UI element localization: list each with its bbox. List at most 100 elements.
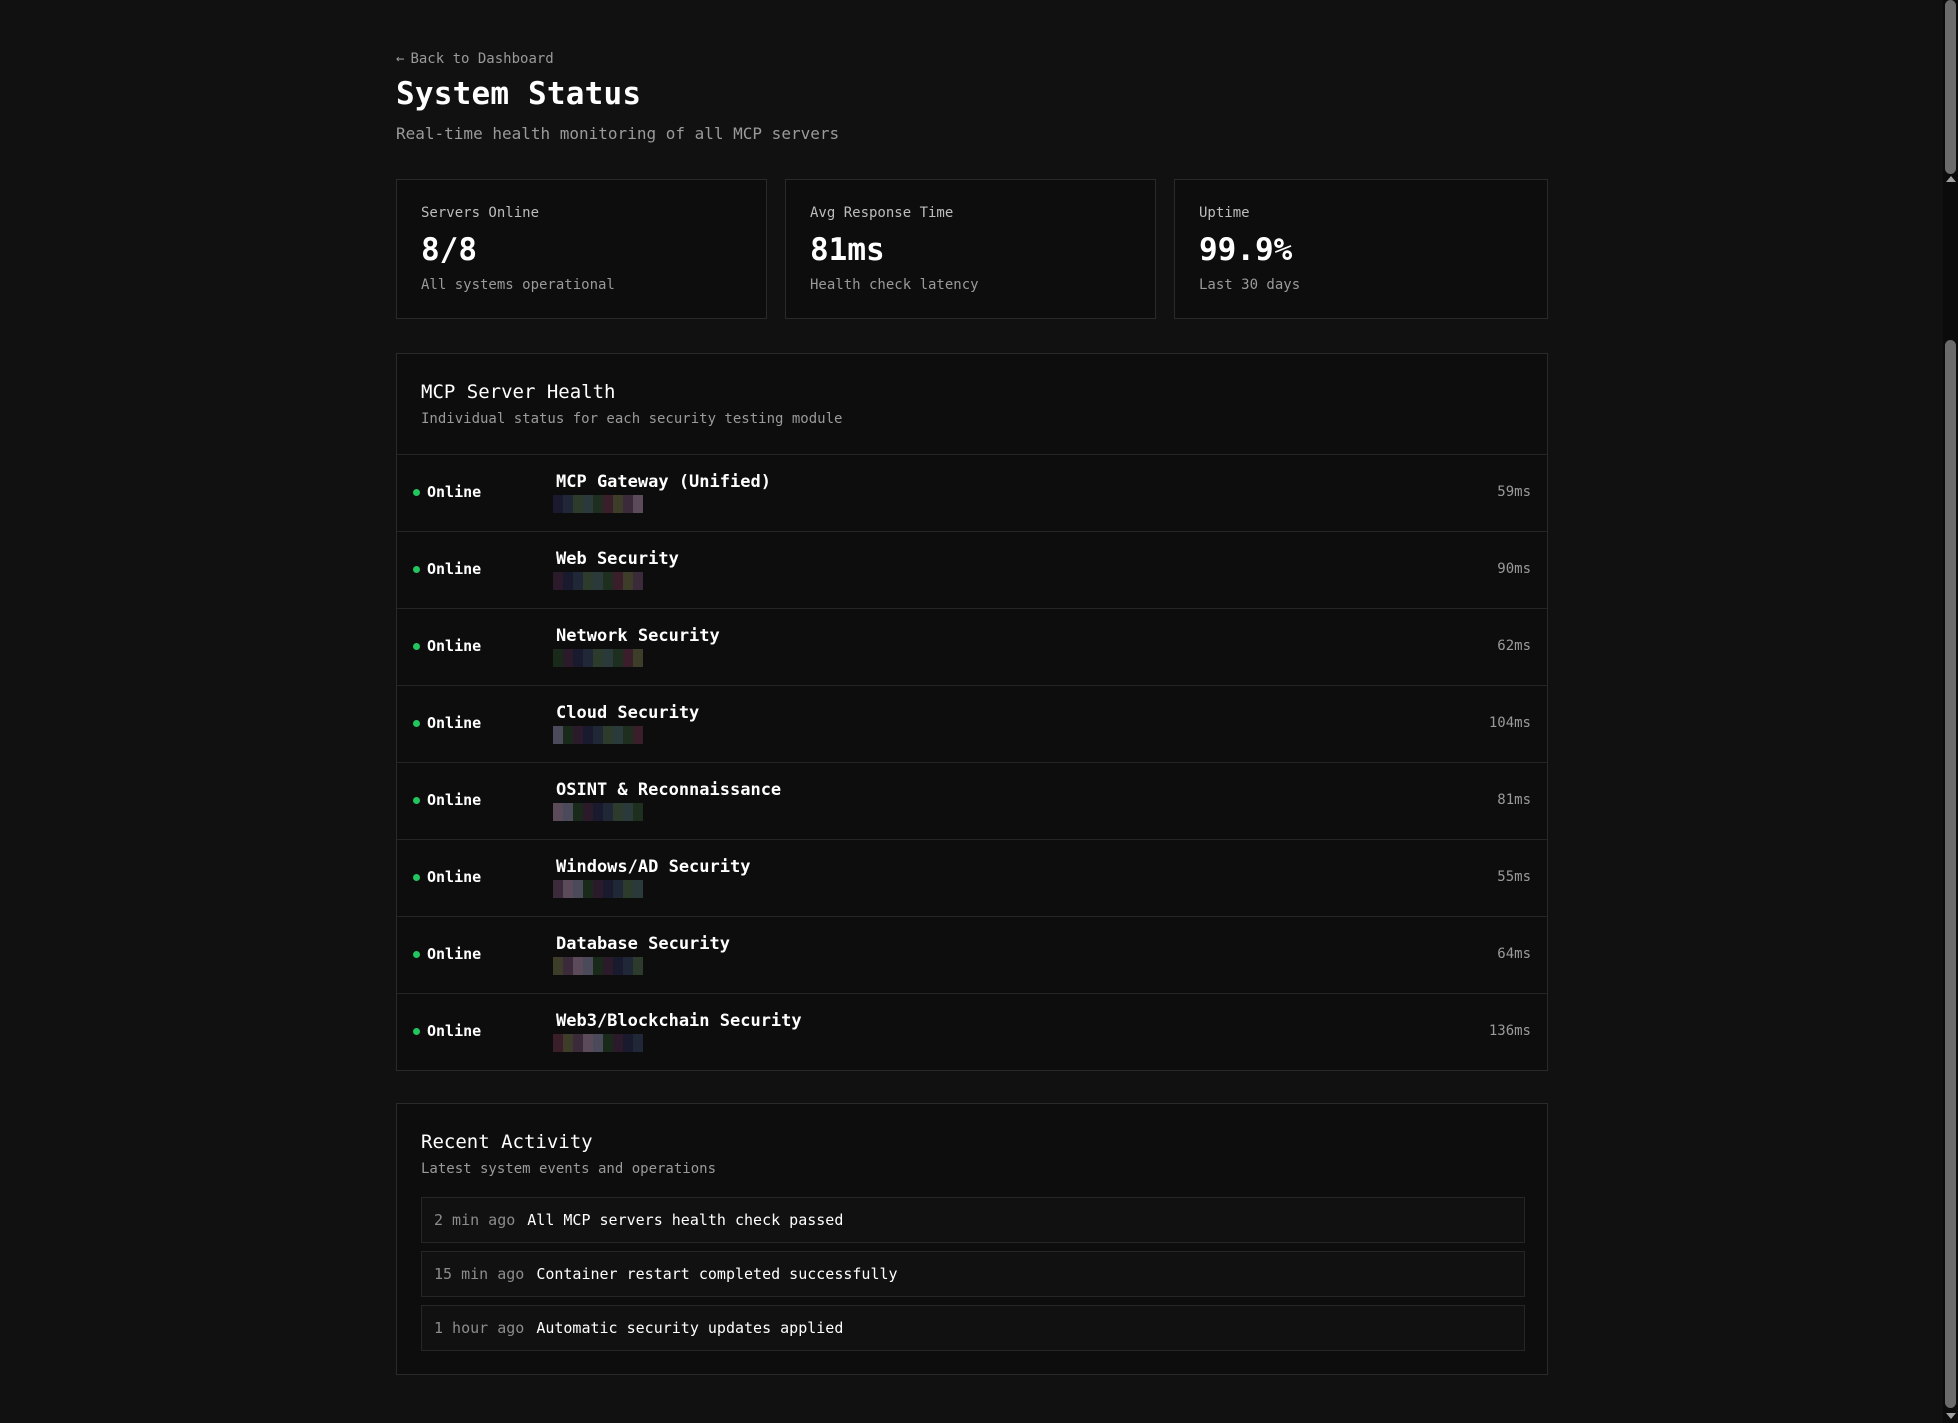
stat-note: Health check latency [810,277,979,293]
activity-time: 2 min ago [434,1211,516,1229]
status-label: Online [427,868,482,886]
thumbnail-block [603,495,613,513]
server-status: Online [413,714,481,732]
status-dot-icon [413,950,420,958]
thumbnail-block [623,803,633,821]
status-label: Online [427,483,482,501]
arrow-left-icon: ← [396,51,405,67]
server-thumbnail-strip [553,880,643,898]
server-row[interactable]: Online Cloud Security 104ms [397,685,1547,762]
thumbnail-block [603,1034,613,1052]
activity-text: Automatic security updates applied [536,1319,844,1337]
server-row[interactable]: Online Web Security 90ms [397,531,1547,608]
server-name: OSINT & Reconnaissance [556,780,782,800]
server-name: Cloud Security [556,703,700,723]
back-to-dashboard-link[interactable]: ← Back to Dashboard [396,51,554,67]
thumbnail-block [563,1034,573,1052]
scrollbar-thumb[interactable] [1945,340,1956,1408]
server-name: Database Security [556,934,730,954]
thumbnail-block [603,957,613,975]
server-status: Online [413,637,481,655]
thumbnail-block [553,1034,563,1052]
activity-text: All MCP servers health check passed [527,1211,844,1229]
panel-description: Individual status for each security test… [421,411,843,427]
thumbnail-block [563,803,573,821]
thumbnail-block [623,880,633,898]
thumbnail-block [583,803,593,821]
thumbnail-block [633,726,643,744]
stat-label: Avg Response Time [810,205,954,221]
server-row[interactable]: Online Network Security 62ms [397,608,1547,685]
stat-value: 81ms [810,232,885,268]
thumbnail-block [593,572,603,590]
thumbnail-block [593,957,603,975]
thumbnail-block [613,1034,623,1052]
thumbnail-block [573,572,583,590]
thumbnail-block [583,495,593,513]
stat-value: 99.9% [1199,232,1293,268]
activity-time: 1 hour ago [434,1319,525,1337]
thumbnail-block [583,957,593,975]
stat-label: Servers Online [421,205,540,221]
thumbnail-block [613,726,623,744]
thumbnail-block [563,495,573,513]
server-latency: 62ms [1497,638,1531,654]
thumbnail-block [613,880,623,898]
thumbnail-block [623,495,633,513]
panel-description: Latest system events and operations [421,1161,717,1177]
server-row[interactable]: Online Windows/AD Security 55ms [397,839,1547,916]
thumbnail-block [573,649,583,667]
status-dot-icon [413,488,420,496]
thumbnail-block [633,803,643,821]
status-label: Online [427,560,482,578]
thumbnail-block [573,803,583,821]
status-dot-icon [413,873,420,881]
thumbnail-block [613,957,623,975]
thumbnail-block [553,880,563,898]
server-latency: 55ms [1497,869,1531,885]
thumbnail-block [583,572,593,590]
panel-title: Recent Activity [421,1131,593,1153]
thumbnail-block [593,880,603,898]
thumbnail-block [613,649,623,667]
server-status: Online [413,560,481,578]
thumbnail-block [583,649,593,667]
server-thumbnail-strip [553,572,643,590]
thumbnail-block [603,649,613,667]
server-status: Online [413,1022,481,1040]
recent-activity-panel: Recent Activity Latest system events and… [396,1103,1548,1375]
thumbnail-block [603,803,613,821]
scrollbar-track-upper[interactable] [1945,0,1956,174]
thumbnail-block [553,495,563,513]
scroll-up-arrow-icon[interactable] [1946,176,1956,182]
thumbnail-block [633,649,643,667]
stat-label: Uptime [1199,205,1250,221]
server-row[interactable]: Online Web3/Blockchain Security 136ms [397,993,1547,1070]
thumbnail-block [583,726,593,744]
thumbnail-block [583,880,593,898]
thumbnail-block [633,957,643,975]
panel-title: MCP Server Health [421,381,616,403]
server-thumbnail-strip [553,495,643,513]
thumbnail-block [633,572,643,590]
thumbnail-block [613,803,623,821]
thumbnail-block [553,572,563,590]
thumbnail-block [563,726,573,744]
server-latency: 59ms [1497,484,1531,500]
server-name: Network Security [556,626,720,646]
server-thumbnail-strip [553,726,643,744]
server-thumbnail-strip [553,1034,643,1052]
thumbnail-block [623,649,633,667]
thumbnail-block [573,1034,583,1052]
thumbnail-block [563,880,573,898]
thumbnail-block [563,649,573,667]
vertical-scrollbar[interactable] [1943,0,1958,1423]
status-dot-icon [413,719,420,727]
server-row[interactable]: Online Database Security 64ms [397,916,1547,993]
scroll-down-arrow-icon[interactable] [1946,1413,1956,1419]
server-health-panel: MCP Server Health Individual status for … [396,353,1548,1071]
server-name: Web3/Blockchain Security [556,1011,802,1031]
server-row[interactable]: Online OSINT & Reconnaissance 81ms [397,762,1547,839]
server-row[interactable]: Online MCP Gateway (Unified) 59ms [397,454,1547,531]
server-status: Online [413,868,481,886]
